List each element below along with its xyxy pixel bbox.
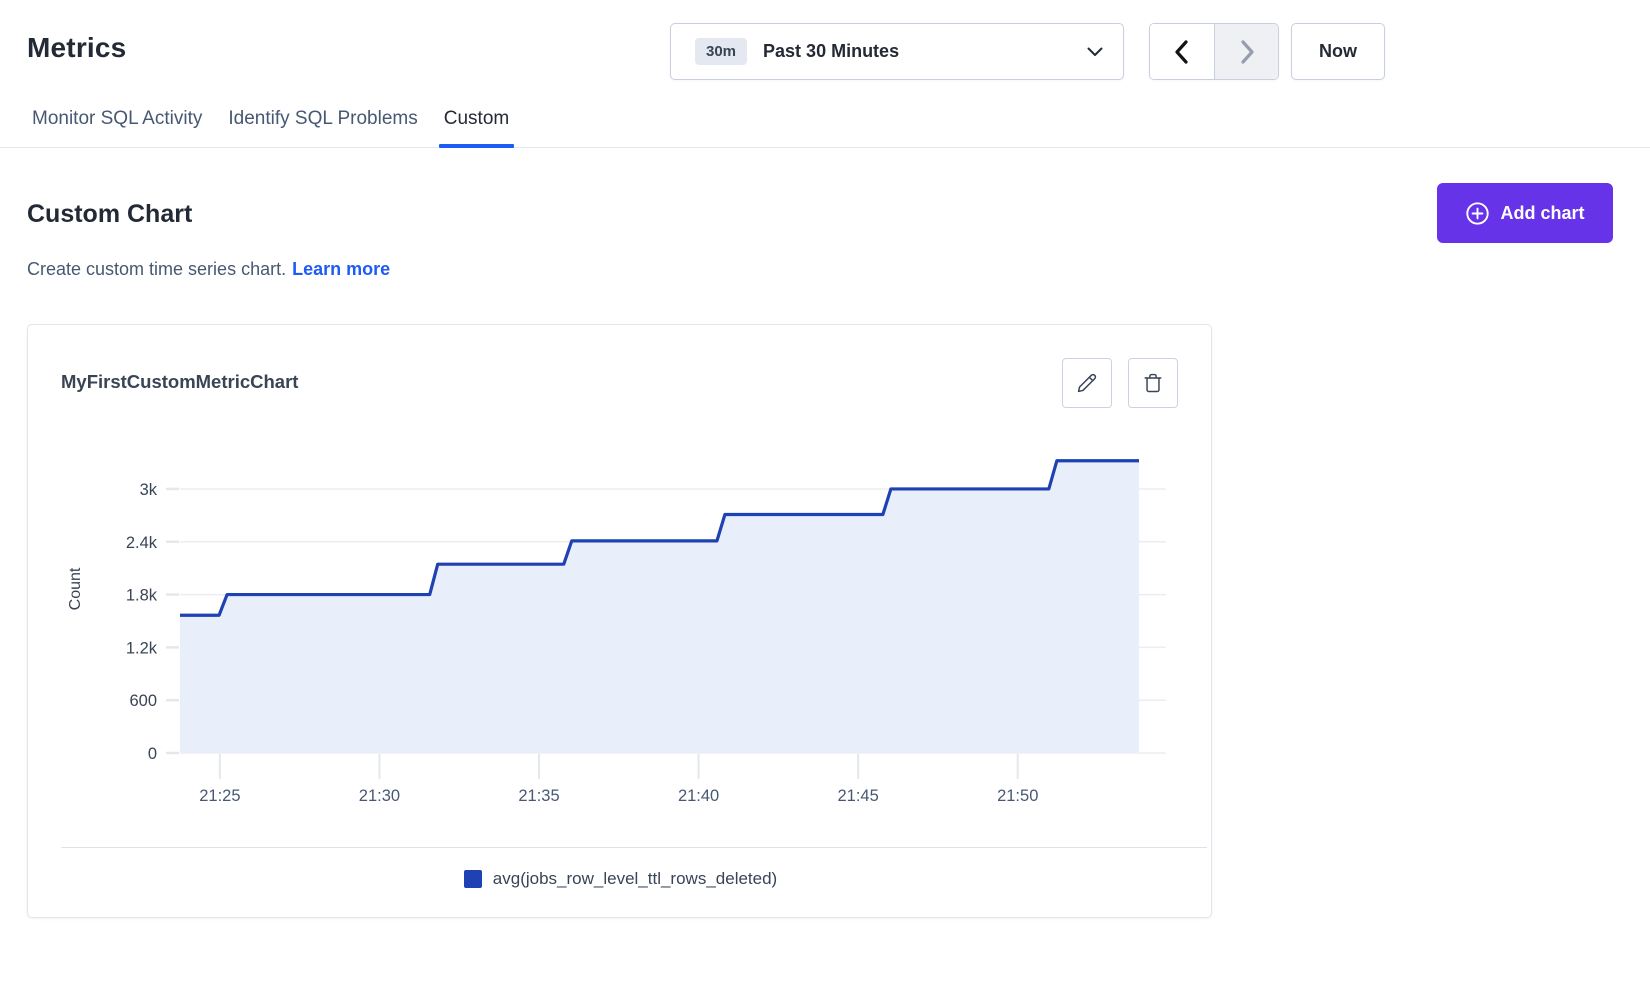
chart-legend: avg(jobs_row_level_ttl_rows_deleted): [28, 869, 1213, 889]
metrics-page: Metrics 30m Past 30 Minutes Now Monitor …: [0, 0, 1650, 982]
prev-time-button[interactable]: [1150, 24, 1214, 79]
chevron-right-icon: [1237, 39, 1257, 65]
series-area: [180, 461, 1139, 753]
tab-identify-sql-problems[interactable]: Identify SQL Problems: [223, 104, 422, 147]
tab-custom[interactable]: Custom: [439, 104, 514, 147]
y-tick-label: 600: [129, 692, 157, 710]
time-series-chart[interactable]: 0 600 1.2k 1.8k 2.4k 3k 21:25 21:30 21:35 21:40 21…: [28, 415, 1213, 811]
y-tick-label: 2.4k: [126, 534, 158, 552]
add-chart-button[interactable]: Add chart: [1437, 183, 1613, 243]
time-range-dropdown[interactable]: 30m Past 30 Minutes: [670, 23, 1124, 80]
subtitle-text: Create custom time series chart.: [27, 259, 286, 279]
legend-swatch: [464, 870, 482, 888]
tab-bar: Monitor SQL Activity Identify SQL Proble…: [0, 104, 1650, 148]
time-step-buttons: [1149, 23, 1279, 80]
chevron-down-icon: [1087, 47, 1103, 57]
y-tick-label: 0: [148, 745, 157, 763]
chevron-left-icon: [1172, 39, 1192, 65]
add-chart-label: Add chart: [1500, 203, 1584, 224]
section-heading: Custom Chart: [27, 200, 192, 229]
x-tick-label: 21:50: [997, 787, 1038, 805]
time-range-badge: 30m: [695, 38, 747, 65]
edit-chart-button[interactable]: [1062, 358, 1112, 408]
now-button[interactable]: Now: [1291, 23, 1385, 80]
next-time-button[interactable]: [1214, 24, 1278, 79]
card-divider: [61, 847, 1207, 848]
time-range-label: Past 30 Minutes: [763, 41, 1087, 62]
section-subtitle: Create custom time series chart. Learn mo…: [27, 259, 390, 280]
learn-more-link[interactable]: Learn more: [292, 259, 390, 279]
circle-plus-icon: [1465, 201, 1490, 226]
x-tick-label: 21:25: [199, 787, 240, 805]
x-tick-label: 21:35: [518, 787, 559, 805]
x-tick-label: 21:45: [838, 787, 879, 805]
y-tick-label: 3k: [140, 481, 158, 499]
x-tick-label: 21:30: [359, 787, 400, 805]
custom-chart-card: MyFirstCustomMetricChart Count 06001.2k1…: [27, 324, 1212, 918]
x-tick-label: 21:40: [678, 787, 719, 805]
page-title: Metrics: [27, 32, 126, 64]
trash-icon: [1142, 372, 1164, 394]
tab-monitor-sql-activity[interactable]: Monitor SQL Activity: [27, 104, 207, 147]
legend-label: avg(jobs_row_level_ttl_rows_deleted): [493, 869, 777, 889]
y-tick-label: 1.8k: [126, 587, 158, 605]
y-tick-label: 1.2k: [126, 639, 158, 657]
delete-chart-button[interactable]: [1128, 358, 1178, 408]
pencil-icon: [1076, 372, 1098, 394]
chart-title: MyFirstCustomMetricChart: [61, 371, 298, 393]
